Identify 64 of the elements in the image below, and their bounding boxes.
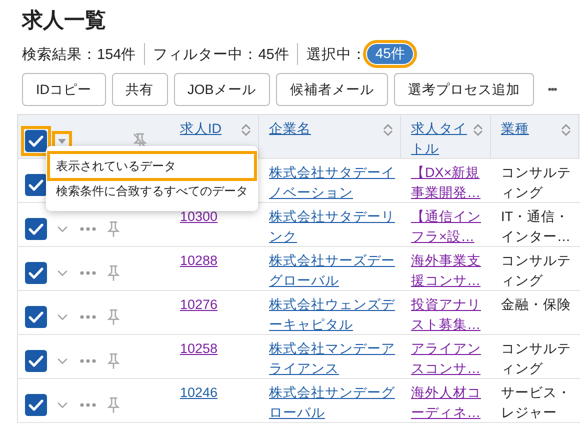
row-checkbox[interactable]	[25, 174, 47, 196]
job-id-link[interactable]: 10300	[180, 207, 253, 226]
selection-label: 選択中：	[306, 46, 366, 64]
pin-icon[interactable]	[107, 264, 120, 282]
more-icon[interactable]	[80, 403, 96, 407]
pin-icon[interactable]	[107, 308, 120, 326]
expand-chevron-icon[interactable]	[57, 270, 68, 276]
selection-count-badge: 45件	[367, 44, 413, 64]
sort-icon[interactable]	[382, 123, 394, 137]
more-icon[interactable]	[80, 271, 96, 275]
company-link[interactable]: 株式会社サーズデーグローバル	[269, 251, 395, 290]
job-id-link[interactable]: 10246	[180, 383, 253, 402]
row-checkbox[interactable]	[25, 262, 47, 284]
sort-icon[interactable]	[472, 123, 484, 137]
more-icon[interactable]	[80, 315, 96, 319]
sort-icon[interactable]	[240, 123, 252, 137]
industry-cell-text: コンサルティング	[500, 164, 572, 202]
job-title-link[interactable]: 【通信インフラ×設…	[411, 207, 485, 246]
company-link[interactable]: 株式会社サタデーイノベーション	[269, 163, 395, 202]
page-title: 求人一覧	[22, 8, 107, 34]
job-id-link[interactable]: 10258	[180, 339, 253, 358]
job-title-link[interactable]: 投資アナリスト募集…	[411, 295, 485, 334]
column-header-link[interactable]: 業種	[501, 119, 529, 138]
action-button[interactable]: JOBメール	[174, 73, 270, 106]
expand-chevron-icon[interactable]	[57, 226, 68, 232]
job-title-link[interactable]: 【DX×新規事業開発…	[411, 163, 485, 202]
company-link[interactable]: 株式会社マンデーアライアンス	[269, 339, 395, 378]
industry-cell-text: コンサルティング	[500, 252, 572, 290]
menu-item[interactable]: 検索条件に合致するすべてのデータ	[51, 180, 253, 202]
job-id-link[interactable]: 10276	[180, 295, 253, 314]
job-title-link[interactable]: 海外事業支援コンサ…	[411, 251, 485, 290]
industry-cell-text: コンサルティング	[500, 340, 572, 378]
company-link[interactable]: 株式会社ウェンズデーキャピタル	[269, 295, 395, 334]
action-button[interactable]: 候補者メール	[276, 73, 388, 106]
job-title-link[interactable]: 海外人材コーディネ…	[411, 383, 485, 422]
column-header-link[interactable]: 企業名	[269, 119, 311, 138]
more-icon[interactable]	[80, 227, 96, 231]
pin-icon[interactable]	[107, 352, 120, 370]
row-checkbox[interactable]	[25, 394, 47, 416]
column-header-link[interactable]: 求人ID	[180, 119, 222, 138]
pin-icon[interactable]	[107, 396, 120, 414]
more-icon[interactable]	[80, 359, 96, 363]
industry-cell-text: IT・通信・インター…	[500, 208, 572, 246]
more-button[interactable]: •••	[540, 73, 564, 106]
company-link[interactable]: 株式会社サタデーリンク	[269, 207, 395, 246]
pin-icon[interactable]	[107, 220, 120, 238]
column-header-link[interactable]: 求人タイトル	[411, 119, 472, 158]
expand-chevron-icon[interactable]	[57, 402, 68, 408]
expand-chevron-icon[interactable]	[57, 358, 68, 364]
action-button[interactable]: 選考プロセス追加	[394, 73, 534, 106]
job-id-link[interactable]: 10288	[180, 251, 253, 270]
action-button[interactable]: 共有	[112, 73, 168, 106]
action-button[interactable]: IDコピー	[22, 73, 106, 106]
company-link[interactable]: 株式会社サンデーグローバル	[269, 383, 395, 422]
industry-cell-text: 金融・保険	[500, 296, 572, 314]
result-count: 検索結果：154件	[22, 46, 136, 64]
expand-chevron-icon[interactable]	[57, 314, 68, 320]
industry-cell-text: サービス・レジャー	[500, 384, 572, 422]
row-checkbox[interactable]	[25, 218, 47, 240]
job-title-link[interactable]: アライアンスコンサ…	[411, 339, 485, 378]
sort-icon[interactable]	[560, 123, 572, 137]
row-checkbox[interactable]	[25, 350, 47, 372]
result-count: フィルター中：45件	[153, 46, 290, 64]
row-checkbox[interactable]	[25, 306, 47, 328]
